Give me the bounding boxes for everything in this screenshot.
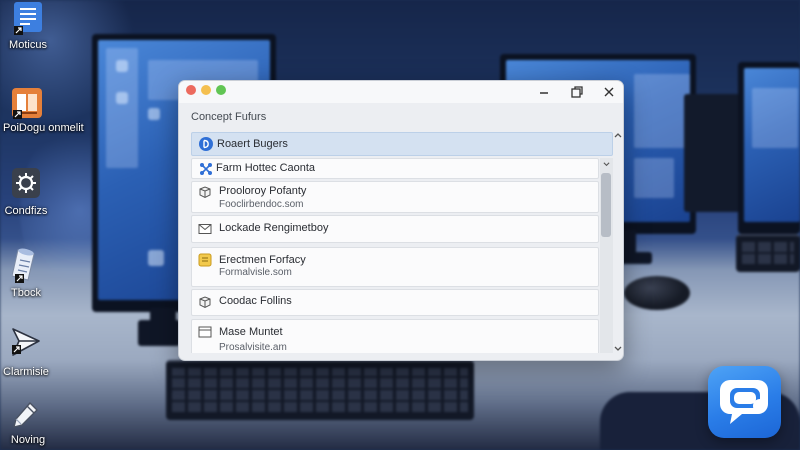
keyboard-keys: [172, 368, 468, 414]
background-monitor-screen: [744, 68, 800, 222]
title-bar[interactable]: [179, 81, 623, 103]
background-speaker: [684, 94, 740, 212]
package-icon: [198, 295, 212, 309]
list-item[interactable]: Coodac Follins: [191, 289, 599, 316]
desktop-icon-label: Moticus: [9, 39, 47, 51]
list-item[interactable]: Roaert Bugers: [191, 132, 613, 156]
background-keyboard: [166, 360, 474, 420]
list-item-title: Coodac Follins: [219, 295, 292, 307]
screen-window: [634, 74, 690, 148]
settings-icon: [12, 168, 40, 198]
monitor-base: [138, 320, 180, 346]
desktop-icon-clarmisie[interactable]: Clarmisie: [0, 324, 60, 378]
background-monitor: [738, 62, 800, 234]
screen-icon: [116, 92, 128, 104]
list-item[interactable]: Farm Hottec Caonta: [191, 158, 599, 179]
note-icon: [198, 253, 212, 267]
close-button[interactable]: [601, 84, 617, 100]
desktop-icon-label: Noving: [10, 434, 46, 446]
list-item-title: Prooloroy Pofanty: [219, 185, 307, 197]
list-item-title: Roaert Bugers: [217, 138, 288, 150]
list-item[interactable]: Lockade Rengimetboy: [191, 215, 599, 243]
screen-icon: [148, 108, 160, 120]
background-mouse: [624, 276, 690, 310]
close-traffic-light[interactable]: [186, 85, 196, 95]
scroll-down-icon[interactable]: [613, 345, 623, 353]
pen-icon: [10, 400, 40, 430]
shortcut-arrow-icon: [13, 110, 22, 119]
keyboard-keys: [742, 242, 794, 266]
network-icon: [199, 162, 213, 176]
list-item-title: Mase Muntet: [219, 326, 283, 338]
list-item[interactable]: Prooloroy Pofanty Fooclirbendoc.som: [191, 181, 599, 213]
desktop-icon-condfizs[interactable]: Condfizs: [0, 166, 60, 217]
desktop-icon-tbock[interactable]: Tbock: [0, 246, 60, 299]
desktop-icon-moticus[interactable]: Moticus: [0, 0, 60, 51]
close-icon: [601, 84, 617, 100]
shortcut-arrow-icon: [14, 26, 23, 35]
desktop-icon-noving[interactable]: Noving: [0, 398, 60, 448]
desktop-icon-label: Clarmisie: [3, 366, 49, 378]
restore-icon: [569, 84, 585, 100]
shortcut-arrow-icon: [15, 274, 24, 283]
list-item-title: Farm Hottec Caonta: [216, 162, 316, 174]
list-item-title: Lockade Rengimetboy: [219, 222, 329, 234]
chat-bubble-icon: [708, 366, 781, 438]
mail-icon: [198, 222, 212, 236]
list-item-subtitle: Fooclirbendoc.som: [219, 199, 304, 210]
app-window: Concept Fufurs Roaert Bugers Farm Hottec…: [178, 80, 624, 361]
user-circle-icon: [199, 137, 213, 151]
section-title: Concept Fufurs: [191, 111, 267, 123]
list-item[interactable]: Erectmen Forfacy Formalvisle.som: [191, 247, 599, 287]
box-icon: [198, 185, 212, 199]
list-scrollbar-thumb[interactable]: [601, 173, 611, 237]
desktop-icon-label: PoiDogu onmelit: [3, 122, 84, 134]
chat-app-icon-button[interactable]: [708, 366, 781, 438]
list-item-subtitle: Prosalvisite.am: [219, 342, 287, 353]
screen-window: [634, 158, 674, 198]
screen-window: [752, 88, 798, 148]
screen-icon: [116, 60, 128, 72]
desktop-icon-label: Tbock: [11, 287, 41, 299]
background-keyboard: [736, 234, 800, 272]
list-item-subtitle: Formalvisle.som: [219, 267, 292, 278]
minimize-button[interactable]: [536, 84, 552, 100]
desktop-icon-label: Condfizs: [4, 205, 48, 217]
minimize-icon: [536, 84, 552, 100]
zoom-traffic-light[interactable]: [216, 85, 226, 95]
shortcut-arrow-icon: [12, 345, 21, 354]
scroll-up-icon[interactable]: [613, 131, 623, 139]
minimize-traffic-light[interactable]: [201, 85, 211, 95]
screen-icon: [148, 250, 164, 266]
list-item[interactable]: Mase Muntet Prosalvisite.am: [191, 319, 599, 353]
item-list: Roaert Bugers Farm Hottec Caonta Proolor…: [191, 131, 614, 353]
list-item-title: Erectmen Forfacy: [219, 254, 306, 266]
window-icon: [198, 325, 212, 339]
restore-button[interactable]: [569, 84, 585, 100]
desktop-icon-poidogu[interactable]: PoiDogu onmelit: [0, 86, 84, 136]
chevron-down-icon[interactable]: [602, 161, 611, 168]
